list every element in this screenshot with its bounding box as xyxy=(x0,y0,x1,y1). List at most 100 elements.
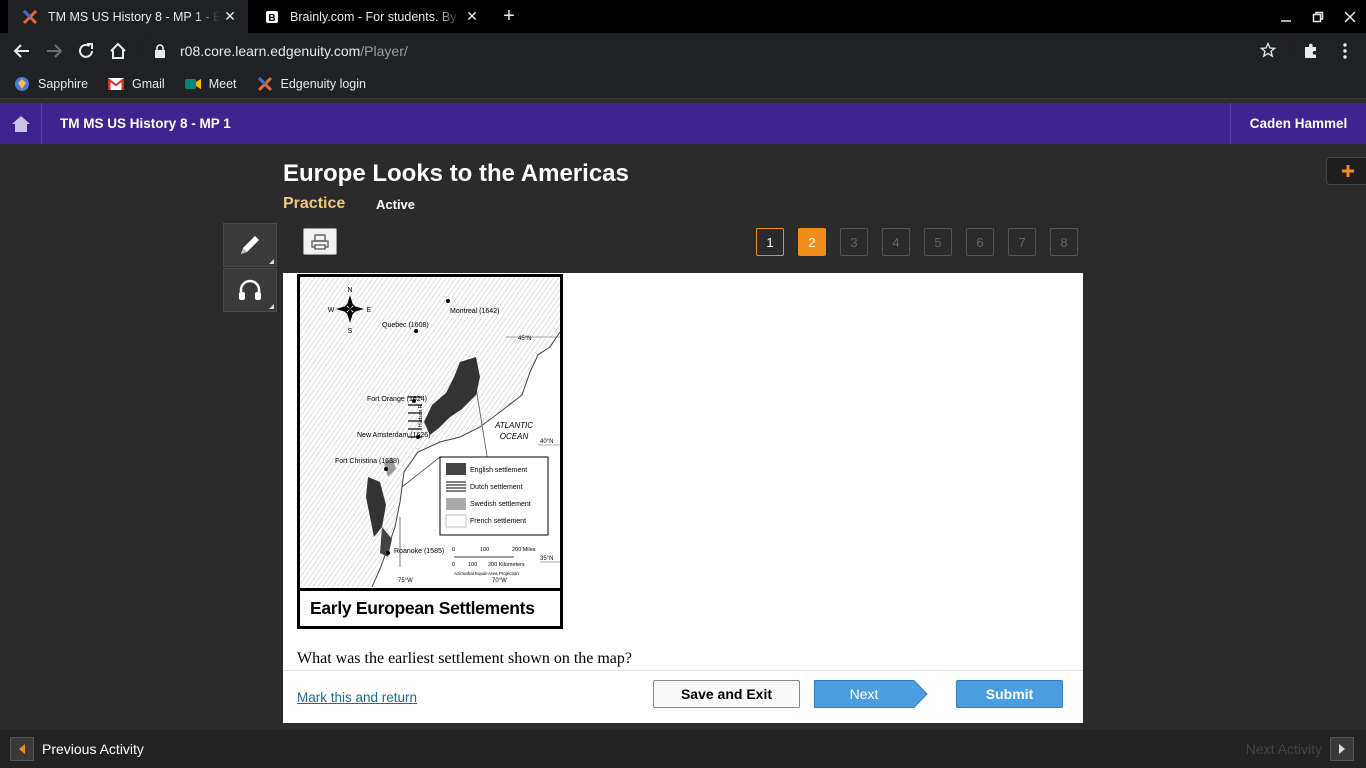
tab-title: Brainly.com - For students. By students. xyxy=(290,9,462,24)
course-title: TM MS US History 8 - MP 1 xyxy=(60,116,231,131)
pencil-tool-button[interactable] xyxy=(223,223,277,267)
bookmarks-bar: Sapphire Gmail Meet Edgenuity login xyxy=(0,69,1366,99)
map-caption: Early European Settlements xyxy=(300,588,560,626)
bookmark-label: Sapphire xyxy=(38,76,89,91)
printer-icon xyxy=(311,233,329,250)
question-page-4[interactable]: 4 xyxy=(882,228,910,256)
place-quebec: Quebec (1608) xyxy=(382,322,429,329)
svg-text:S: S xyxy=(348,328,353,335)
previous-activity-button[interactable]: Previous Activity xyxy=(10,737,144,761)
bookmark-sapphire[interactable]: Sapphire xyxy=(14,76,88,92)
activity-mode: Practice xyxy=(283,195,346,212)
svg-text:B: B xyxy=(268,13,275,24)
settlements-map: N S E W Montreal (1642) Quebec (1608) Fo… xyxy=(297,274,563,629)
url-path: /Player/ xyxy=(360,43,408,59)
question-page-8[interactable]: 8 xyxy=(1050,228,1078,256)
question-content-panel: N S E W Montreal (1642) Quebec (1608) Fo… xyxy=(283,273,1083,723)
tab-edgenuity[interactable]: TM MS US History 8 - MP 1 - Edgenuity ✕ xyxy=(8,0,248,33)
place-new-amsterdam: New Amsterdam (1626) xyxy=(357,432,431,439)
svg-text:200 Kilometers: 200 Kilometers xyxy=(488,562,525,568)
tab-brainly[interactable]: B Brainly.com - For students. By student… xyxy=(250,0,490,33)
edgenuity-x-icon xyxy=(257,76,273,92)
mark-and-return-link[interactable]: Mark this and return xyxy=(297,690,417,705)
question-page-2[interactable]: 2 xyxy=(798,228,826,256)
svg-text:0: 0 xyxy=(452,547,455,553)
svg-text:E: E xyxy=(367,307,372,314)
tab-title: TM MS US History 8 - MP 1 - Edgenuity xyxy=(48,9,220,24)
svg-text:100: 100 xyxy=(480,547,489,553)
svg-text:70°W: 70°W xyxy=(492,578,507,584)
question-text: What was the earliest settlement shown o… xyxy=(297,650,633,667)
place-fort-christina: Fort Christina (1638) xyxy=(335,458,399,465)
minimize-icon[interactable] xyxy=(1275,6,1297,28)
bookmark-label: Gmail xyxy=(132,76,165,91)
next-activity-label: Next Activity xyxy=(1245,741,1322,757)
back-arrow-icon[interactable] xyxy=(10,39,34,63)
save-and-exit-button[interactable]: Save and Exit xyxy=(653,680,800,708)
bookmark-meet[interactable]: Meet xyxy=(184,76,237,92)
headphones-icon xyxy=(239,279,261,300)
question-page-5[interactable]: 5 xyxy=(924,228,952,256)
home-icon[interactable] xyxy=(106,39,130,63)
place-montreal: Montreal (1642) xyxy=(450,308,499,315)
svg-text:Dutch settlement: Dutch settlement xyxy=(470,484,523,491)
caret-left-icon xyxy=(10,737,34,761)
lock-icon xyxy=(154,44,168,58)
home-button[interactable] xyxy=(0,103,42,144)
lesson-title: Europe Looks to the Americas xyxy=(283,160,629,187)
submit-button[interactable]: Submit xyxy=(956,680,1063,708)
house-icon xyxy=(11,115,30,132)
svg-text:35°N: 35°N xyxy=(540,556,553,562)
svg-text:100: 100 xyxy=(468,562,477,568)
ocean-label: OCEAN xyxy=(500,432,529,441)
star-bookmark-icon[interactable] xyxy=(1259,41,1277,63)
question-page-1[interactable]: 1 xyxy=(756,228,784,256)
next-button[interactable]: Next xyxy=(814,680,928,708)
svg-text:200 Miles: 200 Miles xyxy=(512,547,536,553)
gmail-icon xyxy=(108,76,125,92)
forward-arrow-icon[interactable] xyxy=(42,39,66,63)
close-icon[interactable]: ✕ xyxy=(222,8,238,24)
browser-toolbar: r08.core.learn.edgenuity.com /Player/ xyxy=(0,33,1366,69)
print-button[interactable] xyxy=(303,228,337,255)
corner-arrow xyxy=(269,259,274,264)
bookmark-gmail[interactable]: Gmail xyxy=(108,76,165,92)
reload-icon[interactable] xyxy=(74,39,98,63)
bookmark-edgenuity-login[interactable]: Edgenuity login xyxy=(257,76,366,92)
svg-text:French settlement: French settlement xyxy=(470,518,526,525)
activity-nav-bar: Previous Activity Next Activity xyxy=(0,730,1366,768)
place-roanoke: Roanoke (1585) xyxy=(394,548,444,555)
kebab-menu-icon[interactable] xyxy=(1334,40,1356,62)
restore-icon[interactable] xyxy=(1307,6,1329,28)
meet-camera-icon xyxy=(184,76,201,92)
next-label: Next xyxy=(849,686,879,702)
headphones-tool-button[interactable] xyxy=(223,268,277,312)
expand-plus-button[interactable] xyxy=(1326,157,1366,185)
question-page-7[interactable]: 7 xyxy=(1008,228,1036,256)
svg-text:N: N xyxy=(347,287,352,294)
map-scale: 0 100 200 Miles 0 100 200 Kilometers Azi… xyxy=(452,547,536,576)
address-bar[interactable]: r08.core.learn.edgenuity.com /Player/ xyxy=(140,37,1292,65)
app-header: TM MS US History 8 - MP 1 Caden Hammel xyxy=(0,103,1366,144)
svg-text:45°N: 45°N xyxy=(518,336,531,342)
question-page-3[interactable]: 3 xyxy=(840,228,868,256)
browser-tab-bar: TM MS US History 8 - MP 1 - Edgenuity ✕ … xyxy=(0,0,1366,33)
close-window-icon[interactable] xyxy=(1339,6,1361,28)
brainly-b-icon: B xyxy=(264,9,280,25)
svg-text:Azimuthal Equal-Area Projectio: Azimuthal Equal-Area Projection xyxy=(454,571,519,576)
place-fort-orange: Fort Orange (1624) xyxy=(367,396,427,403)
close-icon[interactable]: ✕ xyxy=(464,8,480,24)
user-name[interactable]: Caden Hammel xyxy=(1230,103,1366,144)
svg-text:40°N: 40°N xyxy=(540,439,553,445)
next-activity-button[interactable]: Next Activity xyxy=(1246,737,1354,761)
extensions-puzzle-icon[interactable] xyxy=(1300,40,1322,62)
bookmark-label: Meet xyxy=(208,76,237,91)
river-label: Hudson R. xyxy=(418,403,424,427)
new-tab-plus-icon[interactable]: + xyxy=(498,6,520,28)
question-page-6[interactable]: 6 xyxy=(966,228,994,256)
plus-icon xyxy=(1342,165,1354,177)
edgenuity-x-icon xyxy=(22,9,38,25)
map-drawing: N S E W Montreal (1642) Quebec (1608) Fo… xyxy=(300,277,561,588)
svg-text:0: 0 xyxy=(452,562,455,568)
svg-text:English settlement: English settlement xyxy=(470,467,527,474)
